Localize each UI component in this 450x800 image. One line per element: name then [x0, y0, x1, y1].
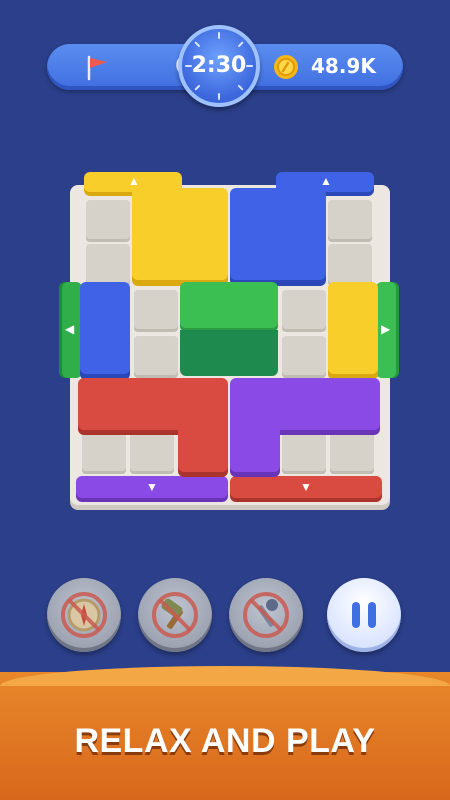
up-arrow-icon: ▲ [128, 174, 140, 188]
grid-cell [86, 200, 130, 242]
grid-cell [86, 244, 130, 286]
purple-l-block-tail[interactable] [230, 420, 280, 472]
banner-text: RELAX AND PLAY [74, 722, 376, 760]
green-block-top[interactable] [180, 282, 278, 328]
yellow-block-2x2[interactable] [132, 188, 228, 280]
grid-cell [282, 290, 326, 332]
left-arrow-icon: ◀ [65, 322, 75, 336]
grid-cell [282, 336, 326, 378]
dark-green-block-bottom[interactable] [180, 330, 278, 376]
grid-cell [330, 432, 374, 474]
grid-cell [82, 432, 126, 474]
pause-icon-bar-left [352, 602, 360, 628]
down-arrow-icon: ▼ [300, 480, 312, 494]
compass-icon [61, 592, 107, 638]
down-arrow-icon: ▼ [146, 480, 158, 494]
up-arrow-icon: ▲ [320, 174, 332, 188]
grid-cell [328, 200, 372, 242]
promo-banner: RELAX AND PLAY [0, 666, 450, 800]
blue-block-vertical[interactable] [80, 282, 130, 374]
blue-block-2x2[interactable] [230, 188, 326, 280]
yellow-block-vertical[interactable] [328, 282, 378, 374]
banner-highlight [0, 666, 450, 686]
compass-booster-button[interactable] [47, 578, 121, 652]
red-l-block-tail[interactable] [178, 420, 228, 472]
wrench-booster-button[interactable] [229, 578, 303, 652]
booster-bar [0, 578, 450, 658]
wrench-icon [243, 592, 289, 638]
hammer-booster-button[interactable] [138, 578, 212, 652]
pause-icon-bar-right [368, 602, 376, 628]
right-arrow-icon: ▶ [381, 322, 391, 336]
hammer-icon [152, 592, 198, 638]
grid-cell [134, 336, 178, 378]
grid-cell [130, 432, 174, 474]
grid-cell [282, 432, 326, 474]
grid-cell [134, 290, 178, 332]
puzzle-board: ▲ ▲ ◀ ▶ ▼ ▼ [0, 0, 450, 560]
grid-cell [328, 244, 372, 286]
pause-button[interactable] [327, 578, 401, 652]
